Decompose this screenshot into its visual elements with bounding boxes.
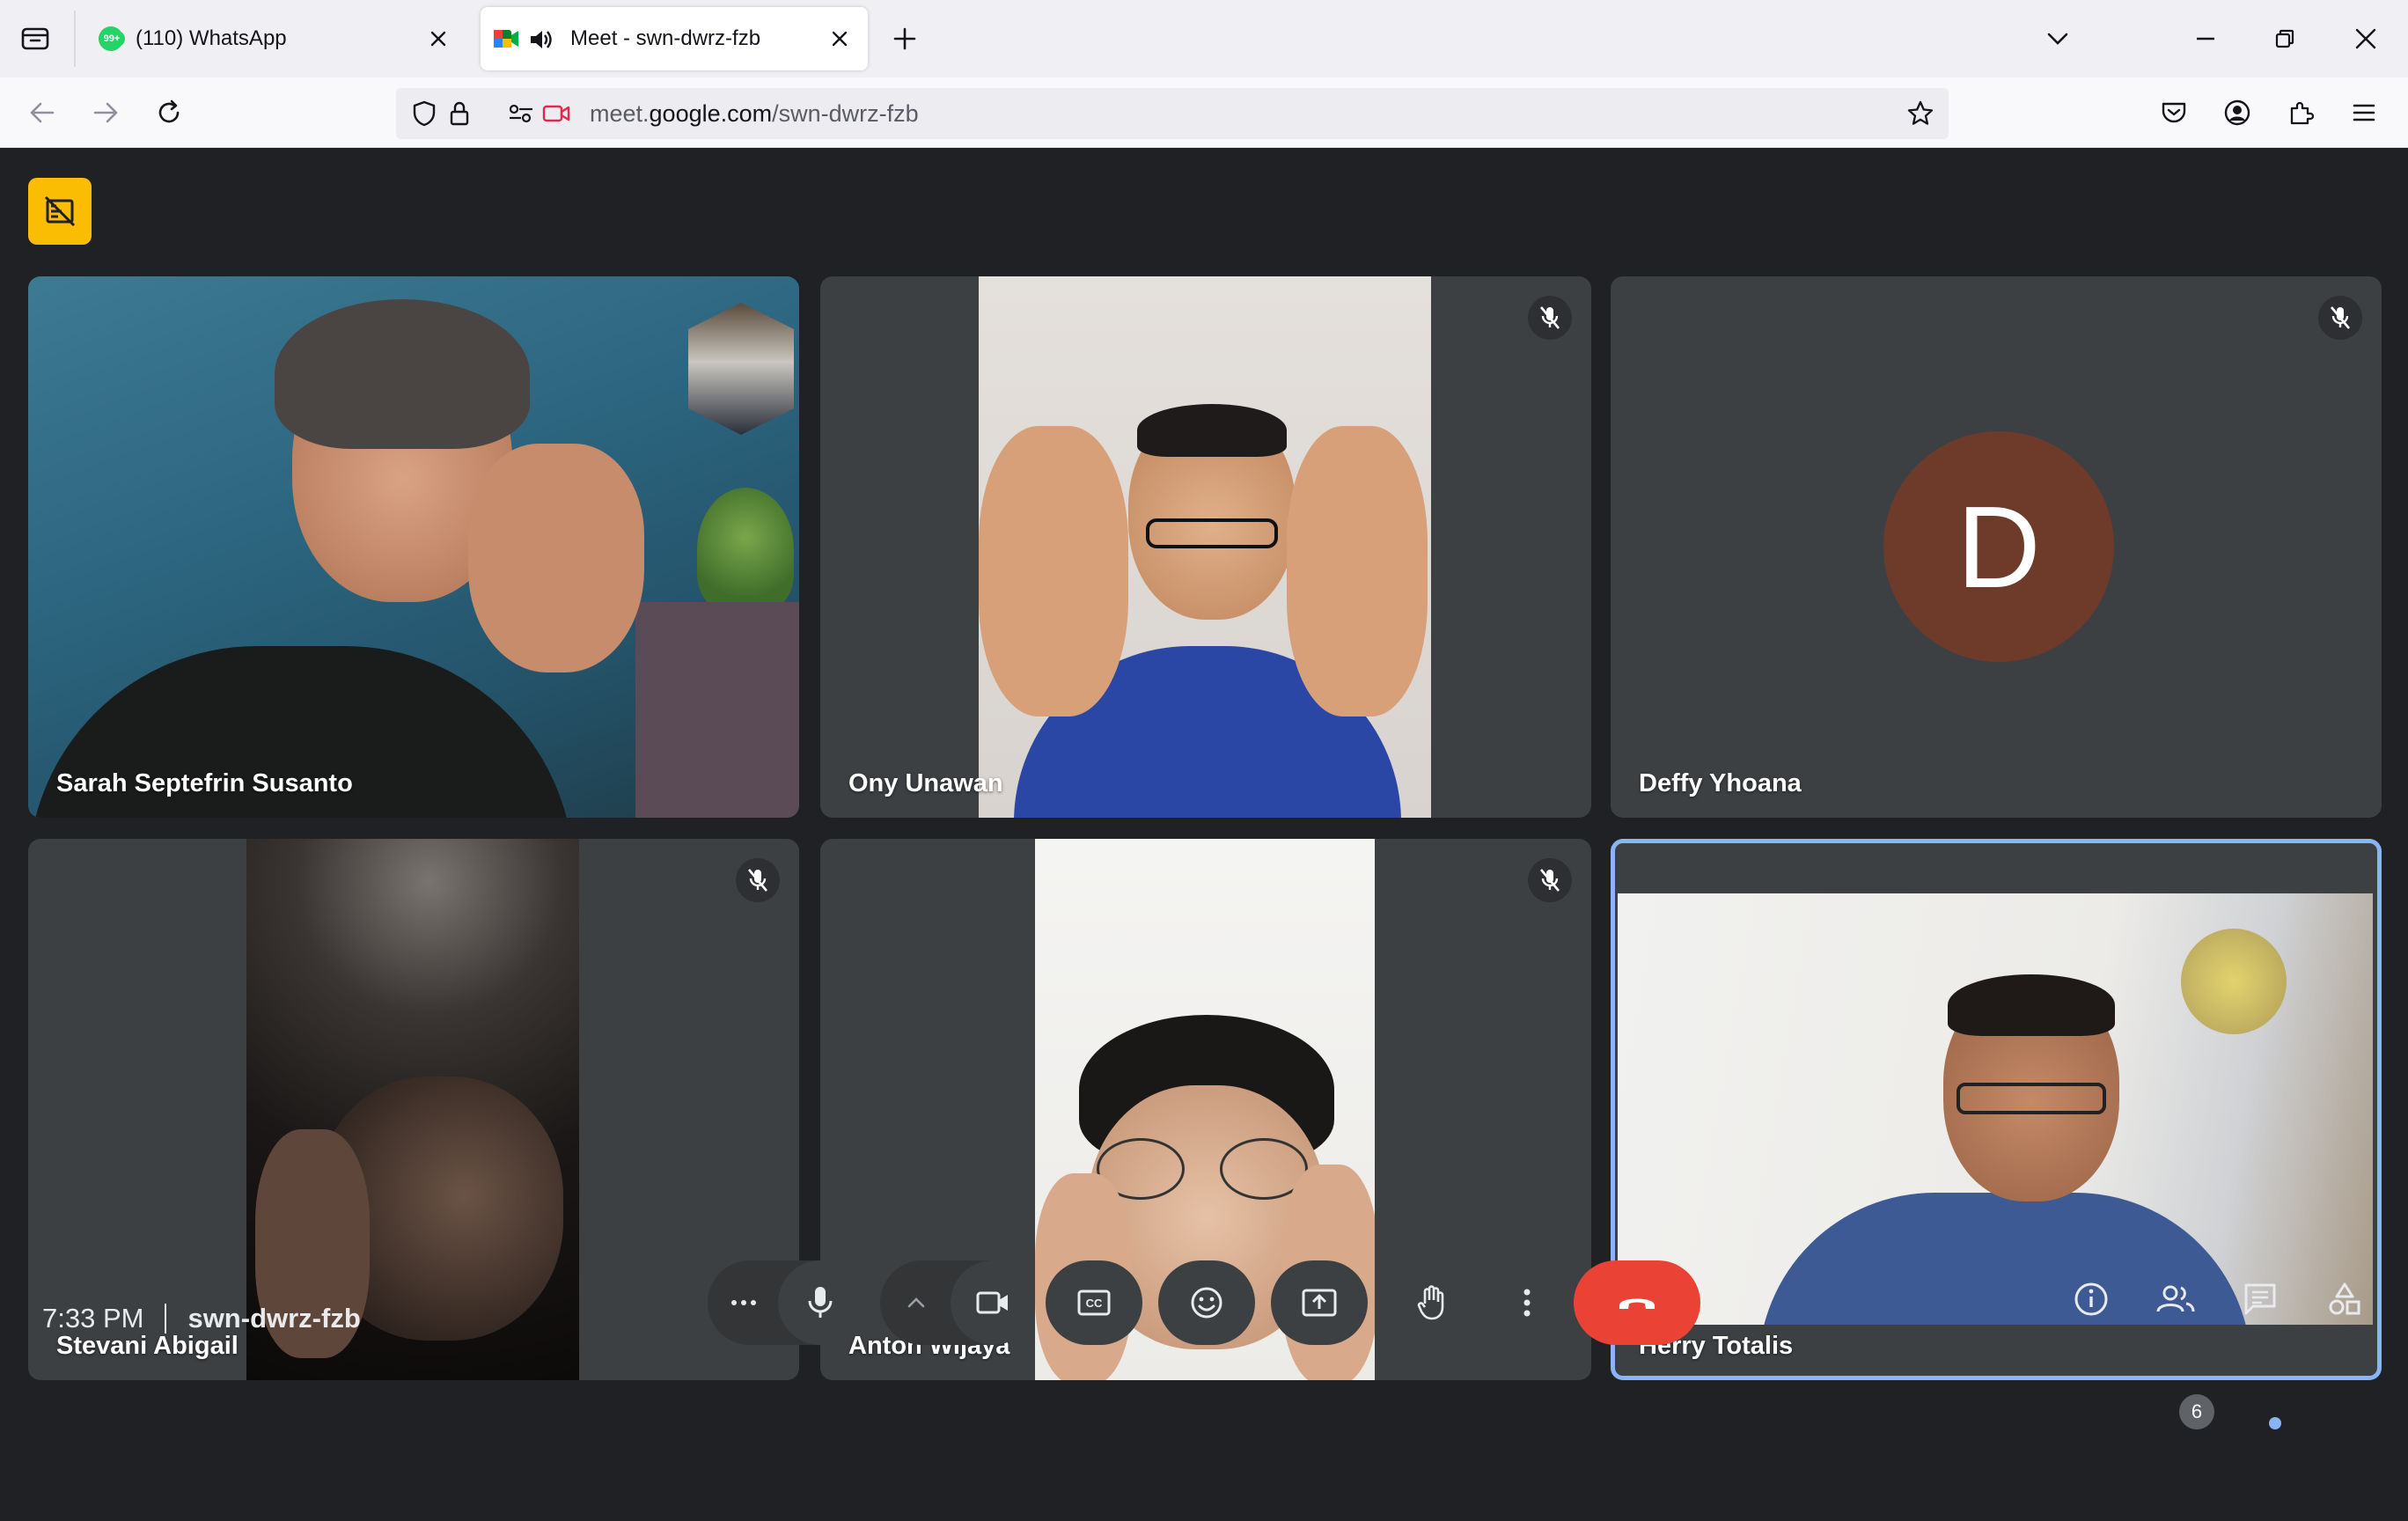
- tab-meet[interactable]: Meet - swn-dwrz-fzb: [481, 7, 868, 70]
- info-icon: [2074, 1282, 2108, 1316]
- plant: [697, 488, 794, 611]
- raise-hand-button[interactable]: [1384, 1260, 1480, 1345]
- close-icon[interactable]: [824, 23, 855, 55]
- person-glasses: [1956, 1083, 2106, 1114]
- bookmark-star-icon[interactable]: [1906, 99, 1934, 128]
- person-hair: [1948, 974, 2115, 1036]
- permissions-icon[interactable]: [507, 99, 535, 128]
- restore-icon[interactable]: [2250, 12, 2320, 65]
- tracking-protection-shield-icon[interactable]: [410, 99, 438, 128]
- close-window-icon[interactable]: [2331, 12, 2401, 65]
- more-options-button[interactable]: [1496, 1260, 1558, 1345]
- participant-video: [1618, 893, 2373, 1325]
- notification-badge: 99+: [99, 31, 125, 47]
- videocam-icon: [976, 1291, 1008, 1314]
- participant-name: Sarah Septefrin Susanto: [56, 769, 353, 797]
- google-meet-icon: [493, 26, 519, 51]
- close-icon[interactable]: [422, 23, 454, 55]
- url-prefix: meet.: [590, 100, 650, 127]
- minimize-icon[interactable]: [2170, 12, 2241, 65]
- participant-video: [979, 276, 1431, 818]
- camera-sharing-icon[interactable]: [542, 99, 570, 128]
- people-icon: [2156, 1285, 2195, 1312]
- meeting-details-button[interactable]: [2059, 1268, 2123, 1331]
- unread-dot: [2269, 1417, 2281, 1429]
- present-button[interactable]: [1271, 1260, 1368, 1345]
- chat-icon: [2244, 1283, 2276, 1315]
- url-bar[interactable]: meet.google.com/swn-dwrz-fzb: [396, 88, 1949, 139]
- mic-off-icon: [1528, 858, 1572, 902]
- extensions-icon[interactable]: [2280, 92, 2322, 134]
- person-hair: [1137, 404, 1287, 457]
- hand-icon: [1417, 1285, 1444, 1320]
- present-screen-icon: [1302, 1289, 1337, 1317]
- browser-tab-bar: 99+ (110) WhatsApp Meet - swn-dwrz-fzb: [0, 0, 2408, 77]
- mic-off-icon: [2318, 296, 2362, 340]
- microphone-button[interactable]: [778, 1260, 863, 1345]
- call-end-icon: [1619, 1298, 1655, 1309]
- participant-tile[interactable]: Ony Unawan: [820, 276, 1591, 818]
- url-host: google.com: [649, 100, 773, 127]
- closed-captions-icon: CC: [1077, 1290, 1111, 1316]
- more-vert-icon: [1523, 1289, 1531, 1317]
- person-hand: [468, 444, 644, 672]
- background-object: [2181, 929, 2287, 1034]
- person-hand-left: [979, 426, 1128, 716]
- participant-avatar: D: [1883, 431, 2114, 662]
- audio-settings-more-icon[interactable]: [711, 1260, 776, 1345]
- browser-nav-bar: meet.google.com/swn-dwrz-fzb: [0, 77, 2408, 148]
- chat-button[interactable]: [2228, 1268, 2292, 1331]
- mic-off-icon: [1528, 296, 1572, 340]
- meeting-time: 7:33 PM: [42, 1303, 144, 1334]
- meeting-code: swn-dwrz-fzb: [187, 1303, 361, 1334]
- activities-button[interactable]: [2313, 1268, 2376, 1331]
- divider: [165, 1304, 167, 1334]
- meeting-info: 7:33 PM swn-dwrz-fzb: [42, 1294, 361, 1343]
- wall-decor: [688, 303, 794, 435]
- person-glasses: [1088, 1138, 1325, 1200]
- chevron-down-icon[interactable]: [2040, 21, 2075, 56]
- person-glasses: [1146, 518, 1278, 548]
- person-hand-right: [1287, 426, 1428, 716]
- activities-icon: [2329, 1282, 2360, 1315]
- svg-text:CC: CC: [1086, 1297, 1103, 1310]
- visual-effects-off-icon[interactable]: [28, 178, 92, 245]
- new-tab-icon[interactable]: [887, 21, 922, 56]
- account-icon[interactable]: [2216, 92, 2258, 134]
- mic-icon: [808, 1287, 833, 1318]
- tab-list-icon[interactable]: [18, 23, 53, 55]
- menu-icon[interactable]: [2343, 92, 2385, 134]
- participant-tile[interactable]: Sarah Septefrin Susanto: [28, 276, 799, 818]
- people-button[interactable]: [2144, 1268, 2207, 1331]
- tab-title: (110) WhatsApp: [136, 26, 287, 50]
- cabinet: [635, 602, 799, 818]
- tab-title: Meet - swn-dwrz-fzb: [570, 26, 761, 50]
- leave-call-button[interactable]: [1574, 1260, 1700, 1345]
- emoji-icon: [1191, 1287, 1222, 1319]
- url-text[interactable]: meet.google.com/swn-dwrz-fzb: [590, 88, 919, 139]
- mic-off-icon: [736, 858, 780, 902]
- back-icon[interactable]: [21, 92, 63, 134]
- participant-name: Ony Unawan: [848, 769, 1003, 797]
- reactions-button[interactable]: [1158, 1260, 1255, 1345]
- participant-tile[interactable]: D Deffy Yhoana: [1611, 276, 2382, 818]
- captions-button[interactable]: CC: [1046, 1260, 1142, 1345]
- tab-separator: [74, 11, 76, 67]
- camera-button[interactable]: [951, 1260, 1035, 1345]
- people-count-badge: 6: [2179, 1394, 2214, 1429]
- pocket-icon[interactable]: [2153, 92, 2195, 134]
- chevron-up-icon[interactable]: [884, 1260, 949, 1345]
- forward-icon[interactable]: [84, 92, 127, 134]
- tab-whatsapp[interactable]: 99+ (110) WhatsApp: [88, 7, 466, 70]
- audio-controls: [708, 1260, 863, 1345]
- participant-name: Deffy Yhoana: [1639, 769, 1802, 797]
- reload-icon[interactable]: [148, 92, 190, 134]
- lock-icon[interactable]: [445, 99, 474, 128]
- participant-video: [28, 276, 799, 818]
- speaker-icon[interactable]: [528, 28, 553, 51]
- url-path: /swn-dwrz-fzb: [772, 100, 919, 127]
- person-hair: [275, 299, 530, 449]
- video-controls: [880, 1260, 1035, 1345]
